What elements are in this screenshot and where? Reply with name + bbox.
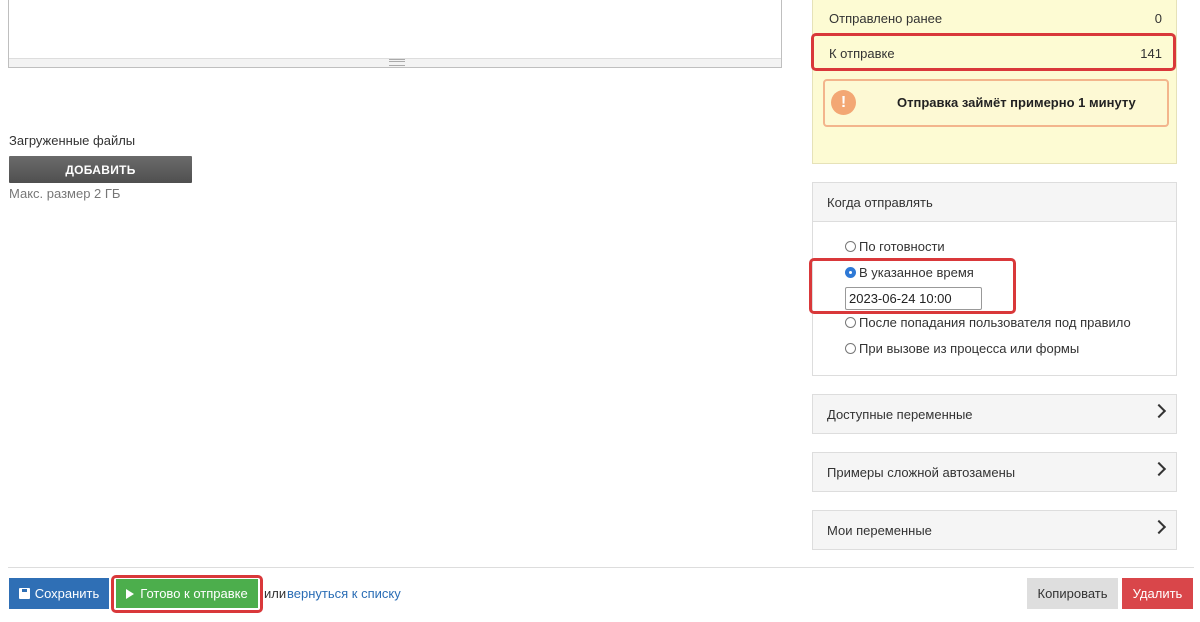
send-summary-panel: Отправлено ранее 0 К отправке 141 ! Отпр… — [812, 0, 1177, 164]
when-to-send-header: Когда отправлять — [813, 183, 1176, 222]
play-icon — [126, 588, 135, 599]
send-duration-warning: ! Отправка займёт примерно 1 минуту — [823, 79, 1169, 127]
option-on-process-call[interactable]: При вызове из процесса или формы — [845, 341, 1079, 356]
option-label: По готовности — [859, 239, 945, 254]
option-when-ready[interactable]: По готовности — [845, 239, 945, 254]
chevron-right-icon — [1151, 519, 1167, 535]
back-to-list-link[interactable]: вернуться к списку — [287, 586, 401, 601]
uploaded-files-label: Загруженные файлы — [9, 133, 136, 148]
resize-grip-icon[interactable] — [389, 59, 405, 66]
sent-before-label: Отправлено ранее — [829, 11, 943, 26]
radio-after-rule[interactable] — [845, 317, 856, 328]
when-to-send-panel: Когда отправлять По готовности В указанн… — [812, 182, 1177, 376]
page: Загруженные файлы ДОБАВИТЬ Макс. размер … — [0, 0, 1200, 622]
sent-before-row: Отправлено ранее 0 — [813, 2, 1176, 36]
to-send-value: 141 — [1140, 45, 1162, 61]
radio-on-process-call[interactable] — [845, 343, 856, 354]
collapsible-label: Доступные переменные — [827, 406, 973, 422]
ready-label: Готово к отправке — [140, 586, 248, 601]
autoreplace-examples-toggle[interactable]: Примеры сложной автозамены — [812, 452, 1177, 492]
collapsible-label: Примеры сложной автозамены — [827, 464, 1016, 480]
save-button[interactable]: Сохранить — [9, 578, 109, 609]
max-size-hint: Макс. размер 2 ГБ — [9, 186, 121, 201]
ready-to-send-button[interactable]: Готово к отправке — [116, 579, 258, 608]
warning-text: Отправка займёт примерно 1 минуту — [897, 95, 1136, 110]
option-label: При вызове из процесса или формы — [859, 341, 1080, 356]
footer-divider — [8, 567, 1194, 568]
exclamation-icon: ! — [831, 90, 856, 115]
my-variables-toggle[interactable]: Мои переменные — [812, 510, 1177, 550]
radio-scheduled-time[interactable] — [845, 267, 856, 278]
radio-when-ready[interactable] — [845, 241, 856, 252]
to-send-label: К отправке — [829, 45, 895, 61]
chevron-right-icon — [1151, 403, 1167, 419]
option-after-rule[interactable]: После попадания пользователя под правило — [845, 315, 1131, 330]
collapsible-label: Мои переменные — [827, 522, 932, 538]
or-text: или — [264, 586, 287, 601]
save-label: Сохранить — [34, 586, 100, 601]
copy-button[interactable]: Копировать — [1027, 578, 1118, 609]
option-label: В указанное время — [859, 265, 974, 280]
to-send-row: К отправке 141 — [813, 36, 1176, 70]
available-variables-toggle[interactable]: Доступные переменные — [812, 394, 1177, 434]
chevron-right-icon — [1151, 461, 1167, 477]
floppy-disk-icon — [18, 588, 30, 599]
delete-button[interactable]: Удалить — [1122, 578, 1193, 609]
scheduled-datetime-input[interactable] — [845, 287, 982, 310]
option-label: После попадания пользователя под правило — [859, 315, 1131, 330]
option-scheduled-time[interactable]: В указанное время — [845, 265, 974, 280]
sent-before-value: 0 — [1154, 11, 1162, 26]
message-editor[interactable] — [8, 0, 782, 68]
add-file-button[interactable]: ДОБАВИТЬ — [9, 156, 192, 183]
editor-resize-bar[interactable] — [9, 58, 781, 67]
